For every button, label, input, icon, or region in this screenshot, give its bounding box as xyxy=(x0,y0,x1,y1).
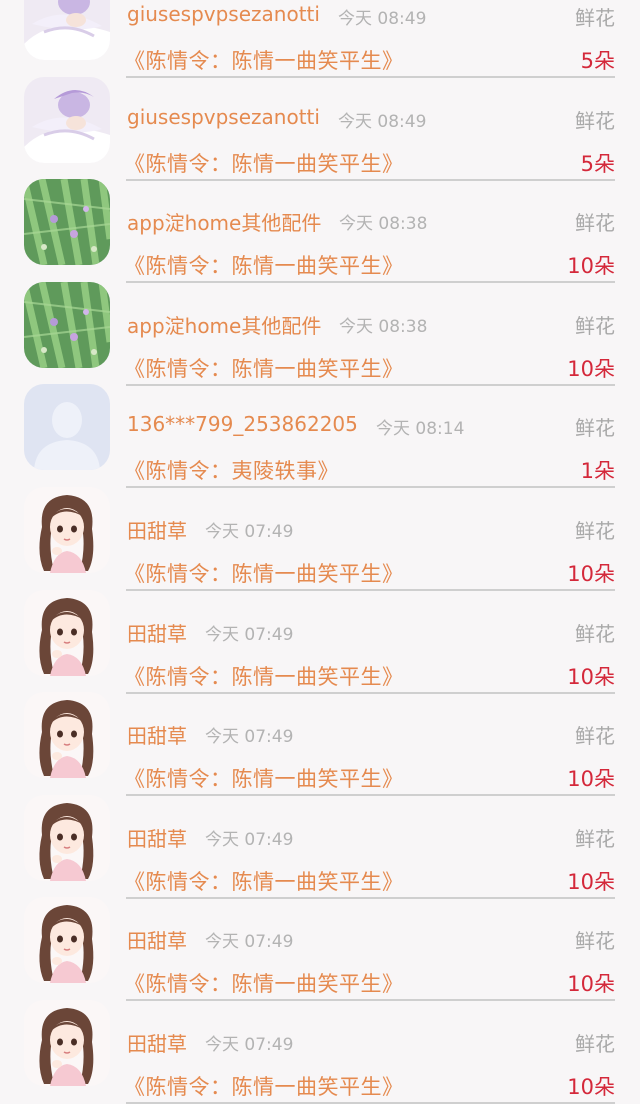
send-time: 今天 07:49 xyxy=(205,1035,294,1055)
gift-record-row[interactable]: giusespvpsezanotti 今天 08:49 鲜花《陈情令：陈情一曲笑平生… xyxy=(0,76,640,181)
gift-type: 鲜花 xyxy=(575,519,615,543)
gift-type: 鲜花 xyxy=(575,724,615,749)
sender-name[interactable]: giusespvpsezanotti xyxy=(127,105,320,129)
default-user-avatar-icon[interactable] xyxy=(24,384,110,471)
work-title[interactable]: 《陈情令：陈情一曲笑平生》 xyxy=(124,353,404,383)
send-time: 今天 08:38 xyxy=(339,214,428,235)
send-time: 今天 07:49 xyxy=(205,727,294,748)
gift-record-list: giusespvpsezanotti 今天 08:49 鲜花 《陈情令：陈情一曲笑平生… xyxy=(0,0,640,1104)
gift-count: 10朵 xyxy=(567,664,615,689)
send-time: 今天 08:49 xyxy=(338,111,427,132)
sender-name[interactable]: app淀home其他配件 xyxy=(127,207,321,236)
gift-type: 鲜花 xyxy=(575,416,615,441)
gift-record-row[interactable]: 田甜草 今天 07:49 鲜花《陈情令：陈情一曲笑平生》 10朵 xyxy=(0,589,640,694)
gift-record-row[interactable]: 田甜草 今天 07:49 鲜花《陈情令：陈情一曲笑平生》 10朵 xyxy=(0,897,640,1002)
gift-count: 5朵 xyxy=(580,151,615,176)
send-time: 今天 07:49 xyxy=(205,624,294,645)
work-title[interactable]: 《陈情令：陈情一曲笑平生》 xyxy=(124,1071,404,1101)
gift-record-row[interactable]: app淀home其他配件 今天 08:38 鲜花《陈情令：陈情一曲笑平生》 10朵 xyxy=(0,281,640,386)
work-title[interactable]: 《陈情令：陈情一曲笑平生》 xyxy=(124,866,404,896)
girl-avatar-icon[interactable] xyxy=(24,794,110,881)
gift-record-row[interactable]: 田甜草 今天 07:49 鲜花《陈情令：陈情一曲笑平生》 10朵 xyxy=(0,487,640,591)
gift-record-row[interactable]: 136***799_253862205 今天 08:14 鲜花《陈情令：夷陵轶事》 1… xyxy=(0,384,640,489)
girl-avatar-icon[interactable] xyxy=(24,1000,110,1086)
work-title[interactable]: 《陈情令：陈情一曲笑平生》 xyxy=(124,558,404,588)
sender-name[interactable]: 136***799_253862205 xyxy=(127,412,358,436)
send-time: 今天 08:49 xyxy=(338,9,427,29)
gift-count: 10朵 xyxy=(567,562,615,586)
girl-avatar-icon[interactable] xyxy=(24,897,110,984)
work-title[interactable]: 《陈情令：夷陵轶事》 xyxy=(124,455,339,485)
gift-type: 鲜花 xyxy=(575,313,615,338)
gift-record-row[interactable]: giusespvpsezanotti 今天 08:49 鲜花《陈情令：陈情一曲笑平生… xyxy=(0,0,640,78)
work-title[interactable]: 《陈情令：陈情一曲笑平生》 xyxy=(124,968,404,998)
girl-avatar-icon[interactable] xyxy=(24,589,110,676)
send-time: 今天 08:14 xyxy=(376,419,465,440)
work-title[interactable]: 《陈情令：陈情一曲笑平生》 xyxy=(124,250,404,280)
send-time: 今天 07:49 xyxy=(205,522,294,542)
gift-count: 1朵 xyxy=(580,459,615,484)
girl-avatar-icon[interactable] xyxy=(24,692,110,779)
sender-name[interactable]: 田甜草 xyxy=(127,1028,187,1057)
sender-name[interactable]: app淀home其他配件 xyxy=(127,310,321,339)
gift-count: 10朵 xyxy=(567,869,615,894)
gift-count: 10朵 xyxy=(567,1075,615,1099)
send-time: 今天 08:38 xyxy=(339,316,428,337)
work-title[interactable]: 《陈情令：陈情一曲笑平生》 xyxy=(124,763,404,793)
gift-count: 10朵 xyxy=(567,254,615,279)
gift-type: 鲜花 xyxy=(575,108,615,133)
gift-type: 鲜花 xyxy=(575,211,615,236)
gift-count: 10朵 xyxy=(567,767,615,792)
gift-type: 鲜花 xyxy=(575,6,615,30)
gift-type: 鲜花 xyxy=(575,1032,615,1056)
sender-name[interactable]: 田甜草 xyxy=(127,925,187,954)
sender-name[interactable]: 田甜草 xyxy=(127,720,187,749)
sender-name[interactable]: 田甜草 xyxy=(127,515,187,544)
gift-record-row[interactable]: 田甜草 今天 07:49 鲜花《陈情令：陈情一曲笑平生》 10朵 xyxy=(0,692,640,797)
gift-type: 鲜花 xyxy=(575,929,615,954)
sender-name[interactable]: 田甜草 xyxy=(127,618,187,647)
gift-type: 鲜花 xyxy=(575,826,615,851)
work-title[interactable]: 《陈情令：陈情一曲笑平生》 xyxy=(124,661,404,691)
cactus-avatar-icon[interactable] xyxy=(24,179,110,266)
sender-name[interactable]: giusespvpsezanotti xyxy=(127,2,320,26)
gift-record-row[interactable]: app淀home其他配件 今天 08:38 鲜花《陈情令：陈情一曲笑平生》 10朵 xyxy=(0,179,640,284)
gift-record-row[interactable]: 田甜草 今天 07:49 鲜花《陈情令：陈情一曲笑平生》 10朵 xyxy=(0,794,640,899)
work-title[interactable]: 《陈情令：陈情一曲笑平生》 xyxy=(124,45,404,75)
cactus-avatar-icon[interactable] xyxy=(24,281,110,368)
gift-count: 10朵 xyxy=(567,972,615,997)
gift-count: 5朵 xyxy=(580,49,615,73)
gift-type: 鲜花 xyxy=(575,621,615,646)
work-title[interactable]: 《陈情令：陈情一曲笑平生》 xyxy=(124,148,404,178)
send-time: 今天 07:49 xyxy=(205,932,294,953)
anime-sleeping-avatar-icon[interactable] xyxy=(24,76,110,163)
anime-sleeping-avatar-icon[interactable] xyxy=(24,0,110,60)
gift-count: 10朵 xyxy=(567,356,615,381)
gift-record-row[interactable]: 田甜草 今天 07:49 鲜花《陈情令：陈情一曲笑平生》 10朵 xyxy=(0,1000,640,1104)
sender-name[interactable]: 田甜草 xyxy=(127,823,187,852)
send-time: 今天 07:49 xyxy=(205,829,294,850)
girl-avatar-icon[interactable] xyxy=(24,487,110,573)
